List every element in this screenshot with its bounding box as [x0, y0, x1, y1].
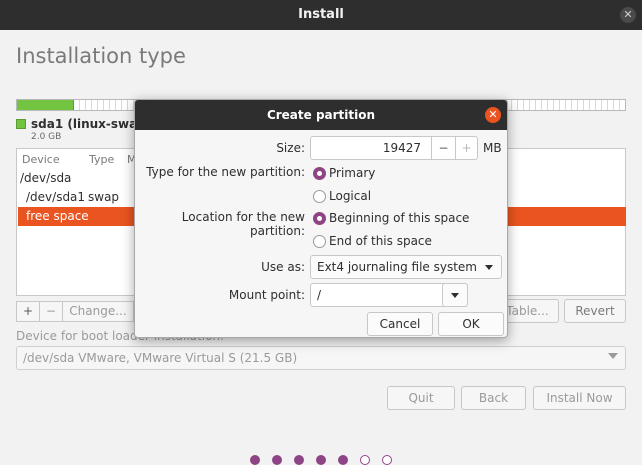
chevron-down-icon — [608, 353, 618, 359]
row-device: free space — [26, 209, 89, 223]
row-device: /dev/sda1 — [26, 190, 86, 204]
change-partition-button[interactable]: Change... — [62, 301, 134, 322]
progress-dot-filled — [316, 455, 326, 465]
create-partition-dialog: Create partition ✕ Size: 19427 − + MB Ty… — [134, 99, 508, 338]
quit-button[interactable]: Quit — [387, 386, 455, 410]
size-label: Size: — [276, 141, 305, 155]
column-header-device[interactable]: Device — [22, 153, 60, 166]
chevron-down-icon — [485, 265, 493, 270]
mount-point-dropdown-button[interactable] — [442, 283, 468, 307]
add-partition-button[interactable]: + — [16, 301, 40, 322]
radio-beginning-label[interactable]: Beginning of this space — [329, 211, 469, 225]
progress-dot-filled — [338, 455, 348, 465]
cancel-button[interactable]: Cancel — [367, 312, 433, 336]
radio-primary[interactable] — [313, 167, 326, 180]
partition-type-label: Type for the new partition: — [146, 165, 305, 179]
size-unit: MB — [483, 141, 502, 155]
revert-button[interactable]: Revert — [564, 299, 626, 323]
bootloader-device-select[interactable]: /dev/sda VMware, VMware Virtual S (21.5 … — [16, 346, 626, 370]
chevron-down-icon — [451, 293, 459, 298]
close-icon[interactable]: ✕ — [485, 107, 501, 123]
window-title: Install — [298, 7, 344, 22]
row-type: swap — [88, 190, 120, 204]
install-now-button[interactable]: Install Now — [533, 386, 626, 410]
progress-dot-filled — [294, 455, 304, 465]
use-as-select[interactable]: Ext4 journaling file system — [310, 255, 502, 279]
window-titlebar: Install — [0, 0, 642, 30]
ok-button[interactable]: OK — [438, 312, 504, 336]
size-decrement-button[interactable]: − — [431, 137, 455, 159]
progress-dot-empty — [360, 455, 370, 465]
use-as-value: Ext4 journaling file system — [317, 260, 477, 274]
radio-primary-label[interactable]: Primary — [329, 166, 375, 180]
size-value: 19427 — [382, 141, 421, 155]
progress-dot-empty — [382, 455, 392, 465]
page-title: Installation type — [16, 44, 186, 68]
dialog-title: Create partition — [266, 108, 376, 122]
mount-point-value: / — [317, 288, 322, 302]
use-as-label: Use as: — [261, 260, 305, 274]
radio-beginning[interactable] — [313, 212, 326, 225]
window-close-icon[interactable]: ✕ — [620, 7, 636, 23]
disk-bar-swap-segment — [17, 100, 74, 110]
radio-logical-label[interactable]: Logical — [329, 189, 371, 203]
column-header-type[interactable]: Type — [89, 153, 114, 166]
partition-location-label: Location for the new partition: — [181, 210, 305, 238]
size-increment-button[interactable]: + — [455, 137, 477, 159]
legend-size: 2.0 GB — [31, 132, 62, 142]
back-button[interactable]: Back — [461, 386, 526, 410]
row-device: /dev/sda — [20, 171, 72, 185]
radio-end[interactable] — [313, 235, 326, 248]
size-spinbutton[interactable]: 19427 − + — [310, 136, 478, 160]
legend-swatch — [16, 119, 26, 129]
radio-logical[interactable] — [313, 190, 326, 203]
radio-end-label[interactable]: End of this space — [329, 234, 432, 248]
remove-partition-button[interactable]: − — [39, 301, 63, 322]
progress-dot-filled — [272, 455, 282, 465]
mount-point-label: Mount point: — [228, 288, 305, 302]
dialog-titlebar: Create partition — [135, 100, 507, 130]
progress-dot-filled — [250, 455, 260, 465]
